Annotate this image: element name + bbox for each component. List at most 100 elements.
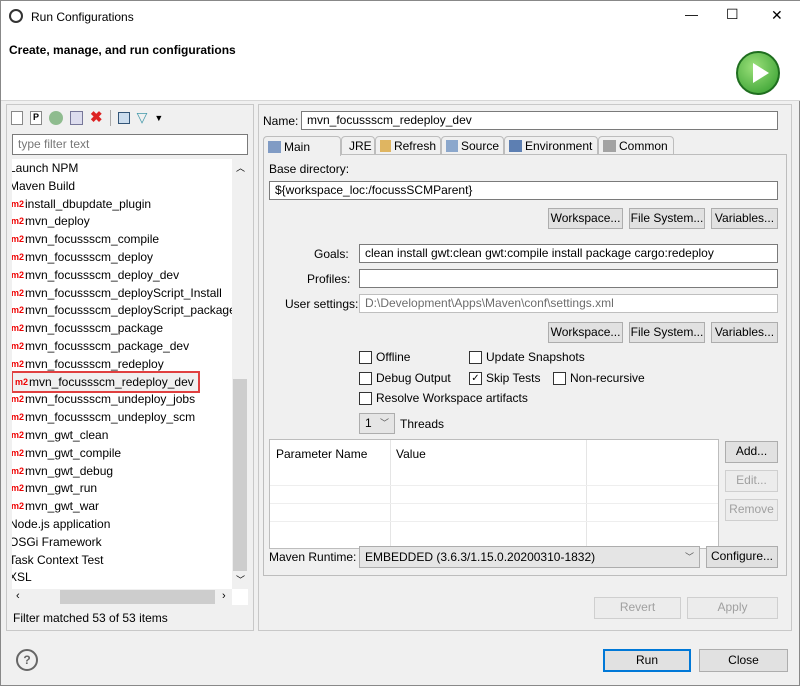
scroll-up-icon[interactable]: ︿ bbox=[236, 161, 245, 174]
goals-input[interactable]: clean install gwt:clean gwt:compile inst… bbox=[359, 244, 778, 263]
tree-item[interactable]: m2 mvn_focussscm_deploy_dev bbox=[12, 266, 179, 284]
edit-param-button[interactable]: Edit... bbox=[725, 470, 778, 492]
help-icon[interactable]: ? bbox=[16, 649, 38, 671]
checkbox-box[interactable] bbox=[359, 350, 372, 364]
config-tree[interactable]: Launch NPM Maven Build m2 install_dbupdate_… bbox=[12, 159, 248, 605]
checkbox-box[interactable] bbox=[469, 350, 482, 364]
delete-icon[interactable]: ✖ bbox=[90, 110, 103, 125]
base-variables-button[interactable]: Variables... bbox=[711, 208, 778, 229]
tree-item[interactable]: m2 mvn_focussscm_deploy bbox=[12, 248, 153, 266]
filter-input[interactable]: type filter text bbox=[12, 134, 248, 155]
tree-item[interactable]: m2 mvn_focussscm_deployScript_package bbox=[12, 301, 236, 319]
tree-item[interactable]: m2 mvn_focussscm_undeploy_jobs bbox=[12, 390, 195, 408]
tree-item[interactable]: m2 mvn_focussscm_package_dev bbox=[12, 337, 189, 355]
horizontal-scroll-thumb[interactable] bbox=[60, 590, 215, 604]
maven-m2-icon: m2 bbox=[12, 501, 25, 512]
tree-item-label: mvn_focussscm_deploy bbox=[25, 250, 154, 264]
import-config-icon[interactable] bbox=[49, 110, 63, 125]
tab-common[interactable]: Common bbox=[598, 136, 674, 155]
debug-output-checkbox[interactable]: Debug Output bbox=[359, 371, 451, 385]
settings-filesystem-button[interactable]: File System... bbox=[629, 322, 705, 343]
tree-item-label: mvn_focussscm_redeploy_dev bbox=[29, 374, 194, 389]
new-config-icon[interactable] bbox=[11, 110, 23, 125]
configure-runtime-button[interactable]: Configure... bbox=[706, 546, 778, 568]
scroll-left-icon[interactable]: ‹ bbox=[16, 590, 20, 602]
parameters-table[interactable]: Parameter Name Value bbox=[269, 439, 719, 549]
update-snapshots-checkbox[interactable]: Update Snapshots bbox=[469, 350, 585, 364]
tree-item[interactable]: Task Context Test bbox=[12, 551, 104, 569]
remove-param-button[interactable]: Remove bbox=[725, 499, 778, 521]
tree-item[interactable]: m2 mvn_gwt_clean bbox=[12, 426, 108, 444]
tree-item[interactable]: m2 mvn_gwt_run bbox=[12, 479, 97, 497]
base-filesystem-button[interactable]: File System... bbox=[629, 208, 705, 229]
tab-environment[interactable]: Environment bbox=[504, 136, 598, 155]
base-directory-label: Base directory: bbox=[269, 162, 350, 176]
title-bar: Run Configurations — ☐ ✕ bbox=[1, 1, 800, 33]
tab-refresh[interactable]: Refresh bbox=[375, 136, 441, 155]
tree-item[interactable]: m2 mvn_focussscm_redeploy_dev bbox=[12, 370, 200, 393]
settings-variables-button[interactable]: Variables... bbox=[711, 322, 778, 343]
minimize-button[interactable]: — bbox=[685, 7, 698, 22]
tab-source[interactable]: Source bbox=[441, 136, 504, 155]
settings-workspace-button[interactable]: Workspace... bbox=[548, 322, 623, 343]
tree-item[interactable]: m2 install_dbupdate_plugin bbox=[12, 195, 151, 213]
profiles-input[interactable] bbox=[359, 269, 778, 288]
duplicate-icon[interactable] bbox=[70, 110, 83, 125]
horizontal-scrollbar[interactable]: ‹ › bbox=[12, 589, 232, 605]
tree-item[interactable]: m2 mvn_deploy bbox=[12, 212, 90, 230]
resolve-workspace-checkbox[interactable]: Resolve Workspace artifacts bbox=[359, 391, 528, 405]
window-title: Run Configurations bbox=[31, 10, 134, 24]
vertical-scrollbar[interactable]: ︿ ﹀ bbox=[232, 159, 248, 589]
tree-item-label: mvn_gwt_clean bbox=[25, 428, 109, 442]
tree-item[interactable]: m2 mvn_focussscm_deployScript_Install bbox=[12, 284, 222, 302]
base-workspace-button[interactable]: Workspace... bbox=[548, 208, 623, 229]
tree-item[interactable]: m2 mvn_gwt_compile bbox=[12, 444, 121, 462]
tree-item[interactable]: m2 mvn_gwt_war bbox=[12, 497, 99, 515]
collapse-all-icon[interactable] bbox=[117, 111, 130, 124]
filter-icon[interactable]: ▽ bbox=[137, 109, 148, 126]
tree-item[interactable]: m2 mvn_focussscm_undeploy_scm bbox=[12, 408, 195, 426]
tree-item[interactable]: Launch NPM bbox=[12, 159, 78, 177]
tab-main[interactable]: Main bbox=[263, 136, 341, 156]
apply-button[interactable]: Apply bbox=[687, 597, 778, 619]
maximize-button[interactable]: ☐ bbox=[726, 6, 739, 23]
tree-item[interactable]: XSL bbox=[12, 568, 32, 586]
tree-item-label: mvn_focussscm_package bbox=[25, 321, 164, 336]
tree-item[interactable]: Maven Build bbox=[12, 177, 75, 195]
scroll-down-icon[interactable]: ﹀ bbox=[236, 573, 245, 586]
tree-item[interactable]: m2 mvn_focussscm_redeploy bbox=[12, 355, 164, 373]
tree-item[interactable]: m2 mvn_focussscm_compile bbox=[12, 230, 159, 248]
tree-item-label: mvn_focussscm_undeploy_jobs bbox=[25, 392, 196, 407]
config-tree-panel: P ✖ ▽ ▼ type filter text Launch NPM Maven… bbox=[6, 104, 254, 631]
profiles-label: Profiles: bbox=[307, 272, 351, 286]
tab-jre[interactable]: JRE bbox=[341, 136, 375, 155]
tree-item[interactable]: m2 mvn_focussscm_package bbox=[12, 319, 163, 337]
tree-item[interactable]: OSGi Framework bbox=[12, 533, 102, 551]
vertical-scroll-thumb[interactable] bbox=[233, 379, 247, 571]
checkbox-box[interactable] bbox=[359, 391, 372, 405]
checkbox-box[interactable]: ✓ bbox=[469, 371, 482, 385]
checkbox-box[interactable] bbox=[359, 371, 372, 385]
user-settings-input[interactable]: D:\Development\Apps\Maven\conf\settings.… bbox=[359, 294, 778, 313]
name-input[interactable]: mvn_focussscm_redeploy_dev bbox=[301, 111, 778, 130]
base-directory-input[interactable]: ${workspace_loc:/focussSCMParent} bbox=[269, 181, 778, 200]
close-button[interactable]: Close bbox=[699, 649, 788, 672]
skip-tests-checkbox[interactable]: ✓ Skip Tests bbox=[469, 371, 540, 385]
tree-item-label: Maven Build bbox=[12, 178, 76, 193]
scroll-right-icon[interactable]: › bbox=[222, 590, 226, 602]
add-param-button[interactable]: Add... bbox=[725, 441, 778, 463]
new-prototype-icon[interactable]: P bbox=[30, 110, 42, 125]
checkbox-box[interactable] bbox=[553, 371, 566, 385]
threads-combo[interactable]: 1 ﹀ bbox=[359, 413, 395, 434]
run-button[interactable]: Run bbox=[603, 649, 691, 672]
tree-item[interactable]: m2 mvn_gwt_debug bbox=[12, 462, 113, 480]
maven-m2-icon: m2 bbox=[12, 358, 25, 369]
maven-runtime-combo[interactable]: EMBEDDED (3.6.3/1.15.0.20200310-1832) ﹀ bbox=[359, 546, 700, 568]
offline-checkbox[interactable]: Offline bbox=[359, 350, 410, 364]
close-window-button[interactable]: ✕ bbox=[771, 7, 783, 24]
tree-item[interactable]: Node.js application bbox=[12, 515, 110, 533]
non-recursive-checkbox[interactable]: Non-recursive bbox=[553, 371, 645, 385]
view-menu-icon[interactable]: ▼ bbox=[154, 113, 163, 123]
threads-value: 1 bbox=[365, 416, 372, 430]
revert-button[interactable]: Revert bbox=[594, 597, 681, 619]
